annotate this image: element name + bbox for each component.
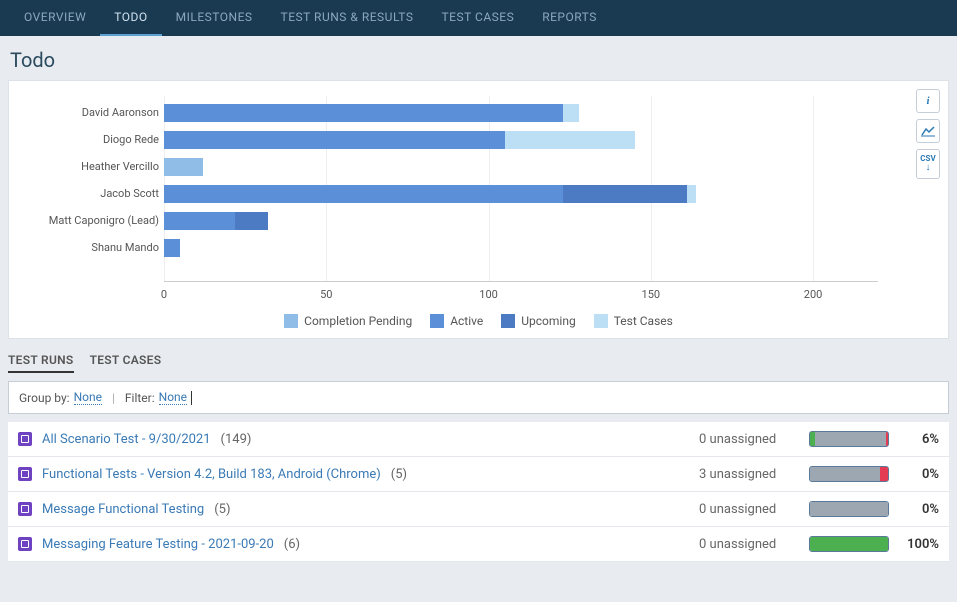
test-run-icon xyxy=(18,432,32,446)
test-run-icon xyxy=(18,502,32,516)
chart-panel: i CSV ↓ David AaronsonDiogo RedeHeather … xyxy=(8,80,949,339)
test-run-progress-bar xyxy=(809,466,889,482)
subtab-test-runs[interactable]: TEST RUNS xyxy=(8,353,74,373)
legend-swatch xyxy=(284,314,298,328)
bar-segment[interactable] xyxy=(563,104,579,122)
nav-tab-reports[interactable]: REPORTS xyxy=(528,0,611,36)
chart-row: Heather Vercillo xyxy=(164,153,878,180)
legend-item[interactable]: Test Cases xyxy=(594,314,673,328)
legend-swatch xyxy=(594,314,608,328)
filter-bar: Group by: None | Filter: None xyxy=(8,381,949,414)
test-run-count: (5) xyxy=(214,502,230,517)
chart-row-label: David Aaronson xyxy=(29,106,159,119)
x-tick: 200 xyxy=(804,288,823,301)
chart-row-label: Jacob Scott xyxy=(29,187,159,200)
nav-tab-milestones[interactable]: MILESTONES xyxy=(162,0,267,36)
download-arrow-icon: ↓ xyxy=(926,163,931,173)
x-tick: 100 xyxy=(479,288,498,301)
chart-row-label: Matt Caponigro (Lead) xyxy=(29,214,159,227)
legend-item[interactable]: Active xyxy=(430,314,483,328)
chart-area: David AaronsonDiogo RedeHeather Vercillo… xyxy=(164,96,878,281)
subtabs: TEST RUNS TEST CASES xyxy=(0,339,957,377)
bar-segment[interactable] xyxy=(164,158,203,176)
group-by-label: Group by: xyxy=(19,391,70,405)
test-run-percent: 0% xyxy=(899,467,939,482)
test-run-unassigned: 0 unassigned xyxy=(699,537,799,552)
test-run-progress-bar xyxy=(809,501,889,517)
bar-segment[interactable] xyxy=(235,212,267,230)
nav-tab-overview[interactable]: OVERVIEW xyxy=(10,0,100,36)
nav-tab-test-cases[interactable]: TEST CASES xyxy=(428,0,529,36)
bar-segment[interactable] xyxy=(164,212,235,230)
bar-segment[interactable] xyxy=(563,185,686,203)
csv-download-button[interactable]: CSV ↓ xyxy=(916,149,940,179)
chart-line-button[interactable] xyxy=(916,119,940,143)
page-title: Todo xyxy=(0,36,957,80)
bar-segment[interactable] xyxy=(164,185,563,203)
test-run-unassigned: 0 unassigned xyxy=(699,502,799,517)
filter-value[interactable]: None xyxy=(159,390,187,405)
x-tick: 50 xyxy=(320,288,332,301)
test-run-percent: 6% xyxy=(899,432,939,447)
x-tick: 150 xyxy=(642,288,661,301)
chart-row-label: Shanu Mando xyxy=(29,241,159,254)
test-run-row: All Scenario Test - 9/30/2021 (149) 0 una… xyxy=(8,422,949,457)
test-run-link[interactable]: Message Functional Testing xyxy=(42,502,204,517)
group-by-value[interactable]: None xyxy=(74,390,102,405)
test-run-link[interactable]: Messaging Feature Testing - 2021-09-20 xyxy=(42,537,274,552)
test-run-link[interactable]: Functional Tests - Version 4.2, Build 18… xyxy=(42,467,381,482)
legend-item[interactable]: Upcoming xyxy=(501,314,575,328)
bar-segment[interactable] xyxy=(164,104,563,122)
test-run-percent: 100% xyxy=(899,537,939,552)
test-run-progress-bar xyxy=(809,536,889,552)
nav-tab-test-runs-results[interactable]: TEST RUNS & RESULTS xyxy=(267,0,428,36)
chart-row-label: Heather Vercillo xyxy=(29,160,159,173)
chart-row-label: Diogo Rede xyxy=(29,133,159,146)
info-button[interactable]: i xyxy=(916,89,940,113)
test-run-count: (5) xyxy=(391,467,407,482)
test-run-count: (149) xyxy=(221,432,252,447)
chart-legend: Completion Pending Active Upcoming Test Cas… xyxy=(19,314,938,328)
legend-item[interactable]: Completion Pending xyxy=(284,314,412,328)
test-run-icon xyxy=(18,537,32,551)
test-run-row: Message Functional Testing (5) 0 unassign… xyxy=(8,492,949,527)
bar-segment[interactable] xyxy=(687,185,697,203)
subtab-test-cases[interactable]: TEST CASES xyxy=(90,353,162,373)
chart-side-buttons: i CSV ↓ xyxy=(916,89,940,179)
bar-segment[interactable] xyxy=(164,131,505,149)
bar-segment[interactable] xyxy=(164,239,180,257)
chart-line-icon xyxy=(921,125,935,137)
chart-row: Diogo Rede xyxy=(164,126,878,153)
test-run-row: Functional Tests - Version 4.2, Build 18… xyxy=(8,457,949,492)
legend-swatch xyxy=(430,314,444,328)
nav-tab-todo[interactable]: TODO xyxy=(100,0,161,36)
x-tick: 0 xyxy=(161,288,167,301)
x-axis: 0 50 100 150 200 xyxy=(164,281,878,306)
test-run-progress-bar xyxy=(809,431,889,447)
legend-swatch xyxy=(501,314,515,328)
top-nav: OVERVIEWTODOMILESTONESTEST RUNS & RESULT… xyxy=(0,0,957,36)
test-run-percent: 0% xyxy=(899,502,939,517)
test-run-row: Messaging Feature Testing - 2021-09-20 (… xyxy=(8,527,949,562)
chart-row: Matt Caponigro (Lead) xyxy=(164,207,878,234)
chart-row: Shanu Mando xyxy=(164,234,878,261)
filter-label: Filter: xyxy=(125,391,155,405)
test-run-unassigned: 3 unassigned xyxy=(699,467,799,482)
test-run-icon xyxy=(18,467,32,481)
chart-row: Jacob Scott xyxy=(164,180,878,207)
chart-row: David Aaronson xyxy=(164,99,878,126)
test-run-count: (6) xyxy=(284,537,300,552)
test-run-link[interactable]: All Scenario Test - 9/30/2021 xyxy=(42,432,211,447)
bar-segment[interactable] xyxy=(505,131,635,149)
test-run-unassigned: 0 unassigned xyxy=(699,432,799,447)
